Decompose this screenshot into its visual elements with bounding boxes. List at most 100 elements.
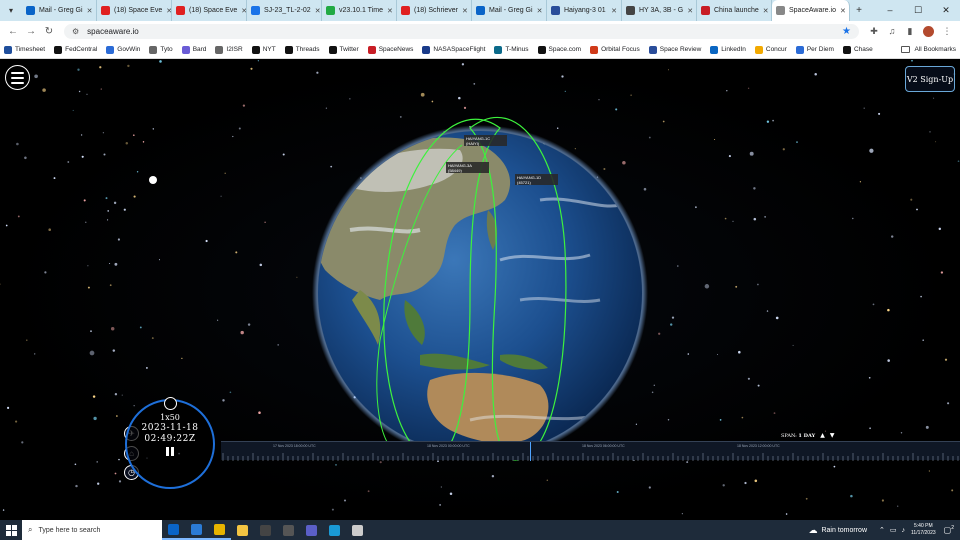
tab-close-icon[interactable]: ✕: [759, 7, 769, 15]
windows-start-icon[interactable]: [0, 520, 22, 540]
media-icon[interactable]: ♫: [883, 26, 901, 36]
volume-icon[interactable]: ♪: [902, 527, 906, 534]
bookmark-item[interactable]: Concur: [754, 45, 787, 54]
taskbar-search-input[interactable]: ⌕ Type here to search: [22, 520, 162, 540]
timeline-label: 17 Nov 2023 18:00:00 UTC: [273, 444, 316, 448]
browser-tab[interactable]: HY 3A, 3B - G ✕: [622, 0, 697, 21]
browser-tab[interactable]: SJ-23_TL-2-02 ✕: [247, 0, 322, 21]
bookmark-item[interactable]: I2ISR: [215, 45, 243, 54]
maximize-button[interactable]: ☐: [904, 5, 932, 16]
bookmark-favicon-icon: [537, 45, 546, 54]
back-button[interactable]: ←: [4, 26, 22, 37]
satellite-label[interactable]: HAIYANG-1D (45721): [515, 174, 558, 185]
network-icon[interactable]: ▭: [890, 526, 897, 534]
new-tab-button[interactable]: +: [850, 5, 868, 16]
bookmark-item[interactable]: Per Diem: [795, 45, 834, 54]
browser-tab[interactable]: (18) Space Eve ✕: [97, 0, 172, 21]
bookmark-item[interactable]: NYT: [251, 45, 276, 54]
bookmark-item[interactable]: FedCentral: [54, 45, 97, 54]
app-chat-icon[interactable]: [346, 520, 369, 540]
site-info-icon[interactable]: ⚙: [72, 27, 79, 36]
bookmark-item[interactable]: Twitter: [328, 45, 359, 54]
timeline-cursor[interactable]: [530, 442, 531, 461]
forward-button[interactable]: →: [22, 26, 40, 37]
explorer-app-icon[interactable]: [231, 520, 254, 540]
signup-button[interactable]: V2 Sign-Up: [905, 66, 955, 92]
browser-tab[interactable]: Mail - Greg Gi ✕: [22, 0, 97, 21]
bookmark-item[interactable]: GovWin: [106, 45, 140, 54]
app-glyph: [214, 523, 225, 535]
tab-search-icon[interactable]: ▾: [0, 0, 22, 21]
outlook-app-icon[interactable]: [162, 520, 185, 540]
bookmark-item[interactable]: SpaceNews: [367, 45, 413, 54]
reload-button[interactable]: ↻: [40, 26, 58, 37]
app-glyph: [283, 524, 294, 536]
bookmark-item[interactable]: Timesheet: [4, 45, 45, 54]
profile-avatar[interactable]: [923, 25, 934, 37]
browser-tab[interactable]: v23.10.1 Time ✕: [322, 0, 397, 21]
bookmark-favicon-icon: [181, 45, 190, 54]
satellite-label[interactable]: HAIYANG-3A (58449): [446, 162, 489, 173]
span-up-icon[interactable]: ▲: [820, 432, 825, 439]
store-app-icon[interactable]: [254, 520, 277, 540]
timeline-label: 18 Nov 2023 06:00:00 UTC: [582, 444, 625, 448]
browser-tab[interactable]: China launche ✕: [697, 0, 772, 21]
tab-close-icon[interactable]: ✕: [607, 7, 617, 15]
tab-favicon-icon: [701, 6, 710, 15]
bookmark-item[interactable]: LinkedIn: [710, 45, 746, 54]
tab-close-icon[interactable]: ✕: [383, 7, 393, 15]
bookmark-item[interactable]: Chase: [842, 45, 873, 54]
main-menu-button[interactable]: [5, 65, 30, 90]
app-glyph: [352, 524, 363, 536]
bookmark-item[interactable]: Orbital Focus: [590, 45, 640, 54]
bookmark-item[interactable]: Bard: [181, 45, 206, 54]
tab-close-icon[interactable]: ✕: [683, 7, 693, 15]
browser-tab[interactable]: Haiyang-3 01 ✕: [547, 0, 622, 21]
sidepanel-icon[interactable]: ▮: [901, 26, 919, 37]
tab-close-icon[interactable]: ✕: [83, 7, 93, 15]
span-down-icon[interactable]: ▼: [830, 432, 835, 439]
tab-close-icon[interactable]: ✕: [162, 7, 171, 15]
weather-widget[interactable]: ☁ Rain tomorrow: [808, 525, 867, 536]
bookmark-item[interactable]: Threads: [284, 45, 320, 54]
tab-close-icon[interactable]: ✕: [533, 7, 543, 15]
folder-icon: [901, 46, 911, 53]
time-dial-knob[interactable]: [164, 397, 177, 410]
puzzle-icon[interactable]: ✚: [865, 26, 883, 37]
satellite-id: (HAIYI): [466, 141, 480, 146]
chrome-app-icon[interactable]: [208, 520, 231, 540]
browser-tab[interactable]: (18) Space Eve ✕: [172, 0, 247, 21]
app-s-icon[interactable]: [185, 520, 208, 540]
timeline[interactable]: 17 Nov 2023 18:00:00 UTC 18 Nov 2023 00:…: [221, 441, 960, 461]
pause-button[interactable]: [166, 447, 175, 457]
all-bookmarks-button[interactable]: All Bookmarks: [901, 46, 956, 53]
tab-close-icon[interactable]: ✕: [458, 7, 468, 15]
bookmark-star-icon[interactable]: ★: [842, 26, 851, 37]
bookmark-item[interactable]: Space.com: [537, 45, 581, 54]
bookmark-label: LinkedIn: [721, 46, 746, 53]
bookmark-item[interactable]: Tyto: [149, 45, 173, 54]
tab-favicon-icon: [26, 6, 35, 15]
bookmark-item[interactable]: T-Minus: [494, 45, 529, 54]
url-input[interactable]: ⚙ spaceaware.io ★: [64, 23, 859, 39]
tab-close-icon[interactable]: ✕: [237, 7, 246, 15]
bookmark-favicon-icon: [149, 45, 158, 54]
browser-tab[interactable]: SpaceAware.io ✕: [772, 0, 850, 21]
browser-tab[interactable]: Mail - Greg Gi ✕: [472, 0, 547, 21]
teams-app-icon[interactable]: [300, 520, 323, 540]
menu-dots-icon[interactable]: ⋮: [938, 26, 956, 37]
bookmark-item[interactable]: Space Review: [648, 45, 701, 54]
bookmark-item[interactable]: NASASpaceFlight: [422, 45, 485, 54]
tab-close-icon[interactable]: ✕: [311, 7, 321, 15]
browser-tab[interactable]: (18) Schriever ✕: [397, 0, 472, 21]
satellite-label[interactable]: HAIYANG-1C (HAIYI): [464, 135, 507, 146]
taskbar-clock[interactable]: 5:40 PM 11/17/2023: [911, 523, 936, 537]
calculator-app-icon[interactable]: [277, 520, 300, 540]
minimize-button[interactable]: –: [876, 5, 904, 16]
chevron-up-icon[interactable]: ⌃: [879, 526, 885, 534]
app-glyph: [168, 523, 179, 535]
app-c-icon[interactable]: [323, 520, 346, 540]
tab-close-icon[interactable]: ✕: [836, 7, 846, 15]
close-window-button[interactable]: ✕: [932, 5, 960, 16]
notifications-icon[interactable]: ▢2: [944, 525, 954, 535]
